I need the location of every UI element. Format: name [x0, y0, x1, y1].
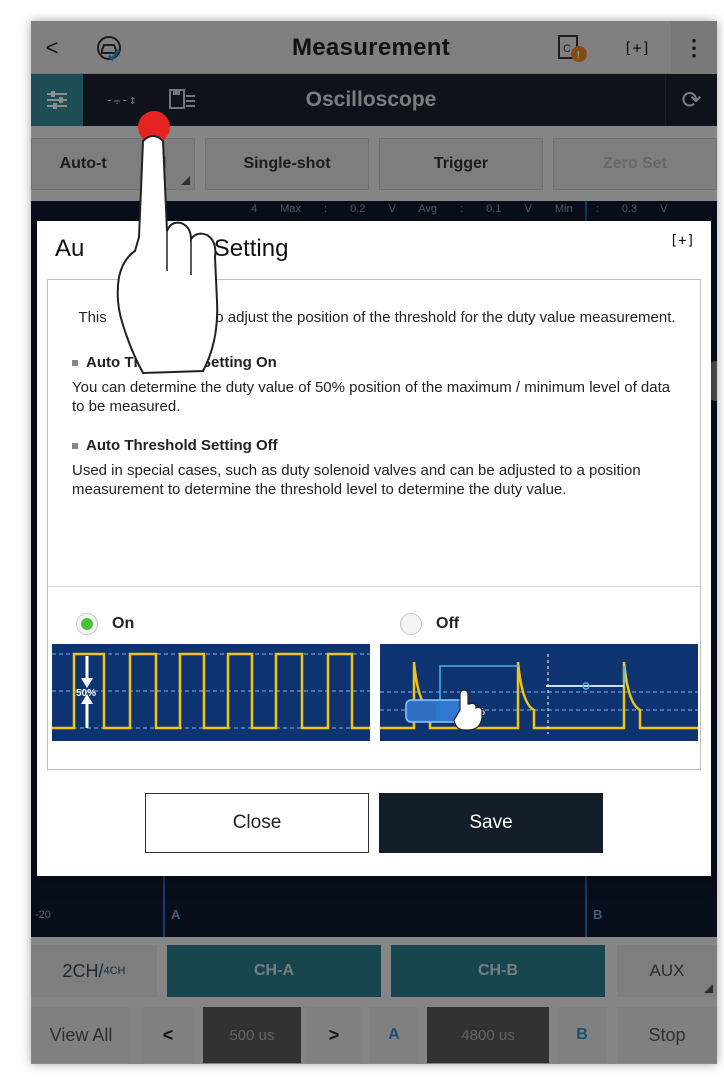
radio-circle-on: [76, 613, 98, 635]
close-button[interactable]: Close: [145, 793, 369, 853]
off-section-heading: Auto Threshold Setting Off: [72, 436, 682, 455]
auto-on-waveform-illustration: 50%: [52, 644, 370, 741]
radio-on-label: On: [112, 615, 135, 632]
expand-icon: [+]: [669, 233, 695, 249]
radio-on[interactable]: On: [76, 613, 134, 635]
intro-start: This: [78, 309, 107, 326]
tap-hand-pointer-icon: [116, 111, 219, 375]
on-section-body: You can determine the duty value of 50% …: [72, 379, 671, 415]
dialog-expand-button[interactable]: [+]: [670, 233, 695, 249]
off-heading-text: Auto Threshold Setting Off: [86, 437, 278, 454]
dialog-title-start: Au: [55, 235, 85, 262]
threshold-options: On Off 50%: [47, 586, 701, 770]
bullet-icon: [72, 359, 78, 366]
intro-rest: sed to adjust the position of the thresh…: [182, 309, 676, 326]
radio-circle-off: [400, 613, 422, 635]
auto-off-waveform-illustration: %: [380, 644, 698, 741]
radio-off-label: Off: [436, 615, 460, 632]
square-wave-illustration: 50%: [52, 652, 370, 730]
manual-threshold-illustration: %: [380, 654, 698, 734]
radio-off[interactable]: Off: [400, 613, 459, 635]
fifty-percent-label: 50%: [76, 688, 96, 699]
app-window: < Measurement C ! [+] ⋮ -⨪-↕ Oscilloscop…: [31, 21, 717, 1064]
save-button[interactable]: Save: [379, 793, 603, 853]
radio-selected-dot: [81, 618, 93, 630]
off-section-body: Used in special cases, such as duty sole…: [72, 462, 641, 498]
bullet-icon: [72, 442, 78, 449]
